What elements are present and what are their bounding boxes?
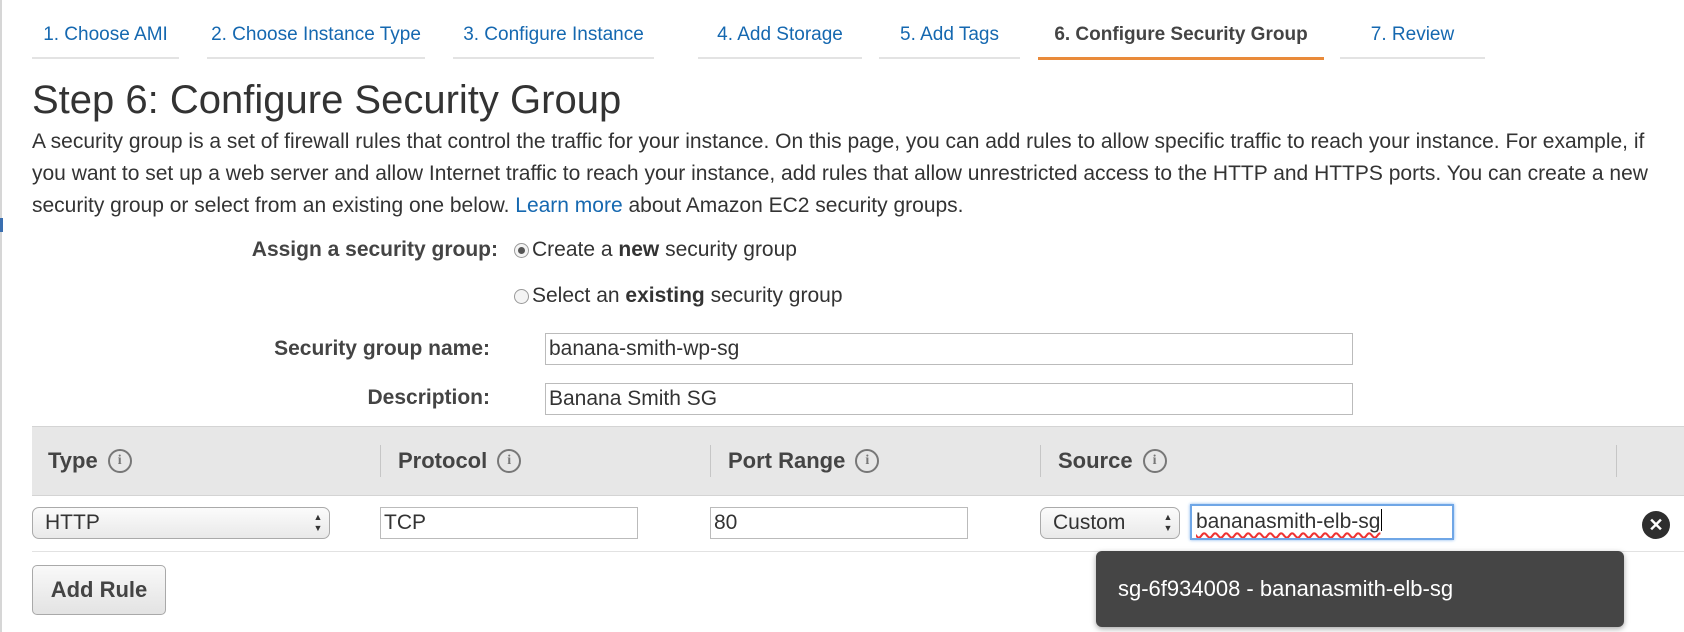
intro-suffix: about Amazon EC2 security groups.	[628, 194, 964, 217]
select-arrows-icon: ▲ ▼	[1163, 512, 1173, 533]
info-icon[interactable]: i	[855, 449, 880, 473]
tab-review[interactable]: 7. Review	[1340, 0, 1485, 59]
rule-source-value: bananasmith-elb-sg	[1196, 510, 1381, 533]
radio-select-existing[interactable]: Select an existing security group	[514, 284, 843, 308]
column-divider	[1616, 445, 1617, 477]
page-title: Step 6: Configure Security Group	[32, 78, 622, 122]
tab-choose-ami[interactable]: 1. Choose AMI	[32, 0, 179, 59]
intro-paragraph: A security group is a set of firewall ru…	[32, 126, 1682, 222]
column-header-type-label: Type	[48, 448, 98, 473]
assign-security-group-label: Assign a security group:	[251, 238, 498, 261]
radio-create-new[interactable]: Create a new security group	[514, 238, 797, 262]
tab-configure-instance[interactable]: 3. Configure Instance	[453, 0, 654, 59]
wizard-tabs: 1. Choose AMI 2. Choose Instance Type 3.…	[0, 0, 1684, 60]
remove-rule-icon[interactable]: ✕	[1642, 511, 1670, 539]
rule-source-type-value: Custom	[1053, 511, 1126, 534]
radio-create-new-bold: new	[618, 238, 660, 261]
radio-create-new-button[interactable]	[514, 242, 529, 258]
security-group-name-label: Security group name:	[274, 337, 490, 360]
column-header-type: Type i	[48, 427, 132, 495]
column-header-protocol: Protocol i	[398, 427, 522, 495]
column-header-port-range: Port Range i	[728, 427, 880, 495]
text-caret	[1381, 509, 1383, 531]
description-label: Description:	[367, 386, 490, 409]
rule-type-select[interactable]: HTTP ▲ ▼	[32, 507, 330, 539]
column-divider	[710, 445, 711, 477]
radio-select-existing-button[interactable]	[514, 288, 529, 304]
info-icon[interactable]: i	[1142, 449, 1167, 473]
rules-table-header: Type i Protocol i Port Range i Source i	[32, 426, 1684, 496]
tab-add-storage[interactable]: 4. Add Storage	[698, 0, 862, 59]
rule-protocol-field: TCP	[380, 507, 638, 539]
info-icon[interactable]: i	[497, 449, 522, 473]
radio-select-existing-prefix: Select an	[532, 284, 620, 307]
rule-type-value: HTTP	[45, 511, 100, 534]
rule-port-range-input[interactable]: 80	[710, 507, 968, 539]
column-header-source: Source i	[1058, 427, 1167, 495]
radio-create-new-prefix: Create a	[532, 238, 613, 261]
column-divider	[1040, 445, 1041, 477]
tab-configure-security-group[interactable]: 6. Configure Security Group	[1038, 0, 1324, 60]
column-header-source-label: Source	[1058, 448, 1133, 473]
page-left-border	[0, 0, 2, 632]
page-left-marker	[0, 218, 3, 232]
column-header-port-range-label: Port Range	[728, 448, 846, 473]
radio-select-existing-suffix: security group	[710, 284, 843, 307]
security-group-name-input[interactable]: banana-smith-wp-sg	[545, 333, 1353, 365]
radio-create-new-suffix: security group	[665, 238, 797, 261]
autocomplete-option[interactable]: sg-6f934008 - bananasmith-elb-sg	[1118, 551, 1453, 627]
select-arrows-icon: ▲ ▼	[313, 512, 323, 533]
info-icon[interactable]: i	[107, 449, 132, 473]
add-rule-button[interactable]: Add Rule	[32, 565, 166, 615]
description-input[interactable]: Banana Smith SG	[545, 383, 1353, 415]
learn-more-link[interactable]: Learn more	[515, 194, 622, 217]
column-divider	[380, 445, 381, 477]
tab-choose-instance-type[interactable]: 2. Choose Instance Type	[207, 0, 425, 59]
tab-add-tags[interactable]: 5. Add Tags	[879, 0, 1020, 59]
rule-source-input[interactable]: bananasmith-elb-sg	[1190, 504, 1454, 540]
source-autocomplete-dropdown: sg-6f934008 - bananasmith-elb-sg	[1096, 551, 1624, 627]
rule-source-select[interactable]: Custom ▲ ▼	[1040, 507, 1180, 539]
column-header-protocol-label: Protocol	[398, 448, 488, 473]
radio-select-existing-bold: existing	[625, 284, 705, 307]
